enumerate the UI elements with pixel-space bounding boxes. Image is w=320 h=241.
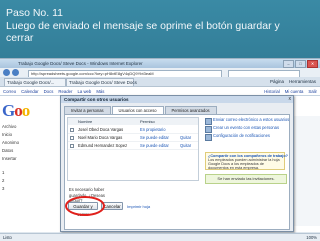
sheet-sidebar: Archivo Inicio Anonimo Datos Insertar 1 … — [0, 124, 40, 232]
permission-select[interactable]: Se puede editar — [140, 142, 169, 149]
collaborator-name: Josel Obed Doca Vargas — [78, 127, 124, 132]
right-panel — [292, 116, 320, 226]
header-name: Nombre — [78, 119, 93, 124]
share-coworkers-box: ¿Compartir con los compañeros de trabajo… — [205, 152, 288, 170]
mail-icon — [205, 118, 212, 125]
menu-page[interactable]: Página — [270, 79, 284, 84]
dialog-body: Nombre Permiso Josel Obed Doca Vargas En… — [64, 114, 290, 230]
nav-link-web[interactable]: La web — [77, 89, 91, 94]
maximize-button[interactable]: □ — [295, 60, 306, 68]
nav-link-correo[interactable]: Correo — [3, 89, 16, 94]
back-icon[interactable] — [3, 69, 10, 76]
tab-advanced[interactable]: Permisos avanzados — [164, 106, 217, 114]
window-title: Trabajo Google Docs/ Steve Docs - Window… — [18, 61, 143, 66]
dialog-tabs: Invitar a personas Usuarios con acceso P… — [64, 106, 217, 114]
table-row: Edmund Hernandez Sopez Se puede editar Q… — [68, 142, 198, 150]
dialog-title: Compartir con otros usuarios — [61, 96, 293, 103]
close-window-button[interactable]: ✕ — [307, 60, 318, 68]
remove-link[interactable]: Quitar — [180, 134, 191, 141]
caption-step: Paso No. 11 — [6, 7, 64, 19]
print-link[interactable]: Imprimir hoja — [127, 204, 150, 209]
minimize-button[interactable]: – — [283, 60, 294, 68]
table-row: Noel Mario Doca Vargas Se puede editar Q… — [68, 134, 198, 142]
nav-link-calendar[interactable]: Calendar — [21, 89, 38, 94]
remove-link[interactable]: Quitar — [180, 142, 191, 149]
google-logo: Goo — [2, 101, 30, 120]
nav-link-signout[interactable]: Salir — [308, 89, 317, 94]
table-row: Josel Obed Doca Vargas En propietario — [68, 126, 198, 134]
forward-icon[interactable] — [12, 69, 19, 76]
row-checkbox[interactable] — [70, 135, 74, 140]
browser-tabbar: Trabajo Google Docs/... Trabajo Google D… — [0, 77, 320, 87]
nav-link-docs[interactable]: Docs — [44, 89, 54, 94]
caption-text-line: cerrar — [6, 32, 34, 44]
invitations-sent-note: Se han enviado las invitaciones. — [205, 174, 287, 184]
collaborators-table: Nombre Permiso Josel Obed Doca Vargas En… — [67, 117, 199, 181]
tab-access[interactable]: Usuarios con acceso — [111, 106, 164, 114]
spreadsheet-page: Goo Archivo Inicio Anonimo Datos Inserta… — [0, 95, 320, 232]
row-label: 3 — [2, 186, 5, 191]
calendar-icon — [205, 126, 212, 133]
header-permission: Permiso — [140, 119, 155, 124]
menu-item[interactable]: Insertar — [2, 156, 17, 161]
caption-text-line: Luego de enviado el mensaje se oprime el… — [6, 19, 280, 32]
nav-link-account[interactable]: Mi cuenta — [285, 89, 304, 94]
status-text: Listo — [3, 235, 12, 240]
zoom-level[interactable]: 100% — [306, 235, 317, 240]
collaborator-name: Noel Mario Doca Vargas — [78, 135, 123, 140]
highlight-circle — [65, 196, 105, 216]
menu-item[interactable]: Inicio — [2, 132, 12, 137]
nav-link-more[interactable]: Más — [96, 89, 104, 94]
permission-select[interactable]: Se puede editar — [140, 134, 169, 141]
close-icon[interactable]: x — [289, 96, 292, 102]
notification-settings-link[interactable]: Configuración de notificaciones — [213, 133, 270, 138]
tab-invite[interactable]: Invitar a personas — [64, 106, 111, 114]
share-dialog: Compartir con otros usuarios x Invitar a… — [60, 95, 294, 232]
menu-item[interactable]: Datos — [2, 148, 13, 153]
menu-item[interactable]: Anonimo — [2, 140, 19, 145]
row-label: 2 — [2, 178, 5, 183]
collaborator-name: Edmund Hernandez Sopez — [78, 143, 128, 148]
nav-link-reader[interactable]: Reader — [58, 89, 72, 94]
nav-link-history[interactable]: Historial — [264, 89, 280, 94]
slide-caption: Paso No. 11 Luego de enviado el mensaje … — [6, 7, 306, 45]
window-titlebar: Trabajo Google Docs/ Steve Docs - Window… — [0, 59, 320, 68]
browser-tab-active[interactable]: Trabajo Google Docs/ Steve Docs — [66, 78, 137, 86]
menu-tools[interactable]: Herramientas — [289, 79, 316, 84]
permission-select[interactable]: En propietario — [140, 126, 166, 133]
menu-item[interactable]: Archivo — [2, 124, 16, 129]
table-header: Nombre Permiso — [68, 118, 198, 125]
row-checkbox[interactable] — [70, 127, 74, 132]
row-checkbox[interactable] — [70, 143, 74, 148]
browser-screenshot: Trabajo Google Docs/ Steve Docs - Window… — [0, 58, 320, 241]
settings-icon — [205, 134, 212, 141]
share-coworkers-text: documentos en esta empresa. — [208, 166, 260, 170]
email-users-link[interactable]: Enviar correo electrónico a estos usuari… — [213, 117, 289, 122]
dialog-footer: Es necesario haber guardado. ¿Deseas seg… — [65, 184, 197, 224]
row-label: 1 — [2, 170, 5, 175]
browser-tab[interactable]: Trabajo Google Docs/... — [4, 78, 66, 86]
create-event-link[interactable]: Crear un evento con estas personas — [213, 125, 279, 130]
